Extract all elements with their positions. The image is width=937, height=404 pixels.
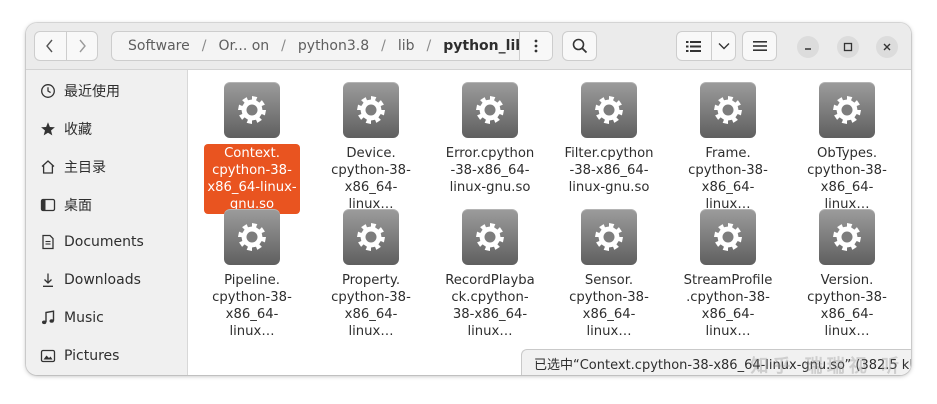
home-icon	[38, 159, 58, 175]
close-icon	[883, 43, 891, 51]
file-item-property[interactable]: Property. cpython-38-x86_64-linux…	[319, 209, 423, 341]
vertical-ellipsis-icon	[534, 39, 538, 53]
gear-icon	[581, 82, 637, 138]
file-manager-window: Software / Or... on / python3.8 / lib / …	[26, 23, 911, 375]
search-icon	[572, 38, 587, 54]
breadcrumb-python-lib[interactable]: python_lib	[441, 38, 527, 54]
breadcrumb: Software / Or... on / python3.8 / lib / …	[111, 31, 553, 61]
picture-icon	[38, 348, 58, 364]
desktop-icon	[38, 197, 58, 213]
breadcrumb-software[interactable]: Software	[112, 38, 192, 54]
download-icon	[38, 272, 58, 288]
view-switcher	[676, 31, 736, 61]
breadcrumb-lib[interactable]: lib	[396, 38, 417, 54]
sidebar-item-label: Music	[64, 310, 104, 326]
breadcrumb-separator: /	[281, 38, 286, 54]
chevron-right-icon	[79, 39, 86, 53]
minimize-button[interactable]	[797, 36, 819, 58]
sidebar-item-starred[interactable]: 收藏	[26, 112, 187, 146]
maximize-icon	[843, 42, 853, 52]
sidebar-item-home[interactable]: 主目录	[26, 150, 187, 184]
document-icon	[38, 234, 58, 250]
maximize-button[interactable]	[837, 36, 859, 58]
sidebar-item-label: Downloads	[64, 272, 141, 288]
file-item-frame[interactable]: Frame. cpython-38-x86_64-linux…	[676, 82, 780, 214]
sidebar: 最近使用 收藏 主目录 桌面 Documents Downloads Music…	[26, 70, 188, 375]
main-menu-button[interactable]	[742, 31, 777, 61]
file-grid: Context. cpython-38-x86_64-linux-gnu.so …	[188, 70, 911, 375]
gear-icon	[224, 209, 280, 265]
breadcrumb-separator: /	[426, 38, 432, 54]
navigation-buttons	[34, 31, 98, 61]
view-options-button[interactable]	[712, 32, 735, 60]
sidebar-item-pictures[interactable]: Pictures	[26, 339, 187, 373]
file-item-sensor[interactable]: Sensor. cpython-38-x86_64-linux…	[557, 209, 661, 341]
sidebar-item-label: Pictures	[64, 348, 120, 364]
status-overlay: 已选中“Context.cpython-38-x86_64-linux-gnu.…	[521, 349, 911, 375]
sidebar-item-label: 主目录	[64, 160, 106, 176]
gear-icon	[700, 82, 756, 138]
file-name: Property. cpython-38-x86_64-linux…	[331, 273, 411, 339]
path-menu-button[interactable]	[519, 32, 552, 60]
close-button[interactable]	[876, 36, 898, 58]
sidebar-item-music[interactable]: Music	[26, 301, 187, 335]
file-item-device[interactable]: Device. cpython-38-x86_64-linux…	[319, 82, 423, 214]
sidebar-item-documents[interactable]: Documents	[26, 225, 187, 259]
gear-icon	[462, 209, 518, 265]
search-button[interactable]	[562, 31, 597, 61]
list-view-icon	[686, 40, 701, 52]
music-icon	[38, 310, 58, 326]
sidebar-item-recent[interactable]: 最近使用	[26, 74, 187, 108]
breadcrumb-python3-8[interactable]: python3.8	[296, 38, 371, 54]
breadcrumb-or-on[interactable]: Or... on	[216, 38, 271, 54]
file-item-obtypes[interactable]: ObTypes. cpython-38-x86_64-linux…	[795, 82, 899, 214]
file-name: Pipeline. cpython-38-x86_64-linux…	[212, 273, 292, 339]
gear-icon	[343, 82, 399, 138]
file-item-filter[interactable]: Filter.cpython-38-x86_64-linux-gnu.so	[557, 82, 661, 197]
star-icon	[38, 121, 58, 137]
sidebar-item-label: 桌面	[64, 198, 92, 214]
sidebar-item-desktop[interactable]: 桌面	[26, 188, 187, 222]
forward-button[interactable]	[65, 32, 98, 60]
file-name: Frame. cpython-38-x86_64-linux…	[688, 146, 768, 212]
gear-icon	[462, 82, 518, 138]
sidebar-item-label: 收藏	[64, 122, 92, 138]
gear-icon	[700, 209, 756, 265]
file-item-recordplayback[interactable]: RecordPlayba ck.cpython-38-x86_64-linux…	[438, 209, 542, 341]
minimize-icon	[805, 48, 811, 50]
file-item-version[interactable]: Version. cpython-38-x86_64-linux…	[795, 209, 899, 341]
file-name: StreamProfile .cpython-38-x86_64-linux…	[683, 273, 773, 339]
file-item-streamprofile[interactable]: StreamProfile .cpython-38-x86_64-linux…	[676, 209, 780, 341]
sidebar-item-label: Documents	[64, 234, 144, 250]
chevron-down-icon	[718, 43, 729, 50]
file-name: Error.cpython-38-x86_64-linux-gnu.so	[445, 146, 535, 195]
file-name: ObTypes. cpython-38-x86_64-linux…	[807, 146, 887, 212]
file-item-pipeline[interactable]: Pipeline. cpython-38-x86_64-linux…	[200, 209, 304, 341]
file-name: Context. cpython-38-x86_64-linux-gnu.so	[204, 144, 300, 214]
file-name: Version. cpython-38-x86_64-linux…	[807, 273, 887, 339]
headerbar: Software / Or... on / python3.8 / lib / …	[26, 23, 911, 70]
gear-icon	[224, 82, 280, 138]
breadcrumb-separator: /	[201, 38, 207, 54]
hamburger-icon	[752, 41, 767, 51]
file-name: Filter.cpython-38-x86_64-linux-gnu.so	[564, 146, 654, 195]
chevron-left-icon	[46, 39, 53, 53]
back-button[interactable]	[35, 32, 66, 60]
view-mode-button[interactable]	[677, 32, 712, 60]
file-name: Device. cpython-38-x86_64-linux…	[331, 146, 411, 212]
gear-icon	[343, 209, 399, 265]
watermark: 知乎 瑞瑞视 听	[750, 356, 903, 375]
clock-icon	[38, 83, 58, 99]
file-name: RecordPlayba ck.cpython-38-x86_64-linux…	[445, 273, 535, 339]
sidebar-item-label: 最近使用	[64, 84, 120, 100]
breadcrumb-separator: /	[381, 38, 386, 54]
file-item-error[interactable]: Error.cpython-38-x86_64-linux-gnu.so	[438, 82, 542, 197]
file-name: Sensor. cpython-38-x86_64-linux…	[569, 273, 649, 339]
file-item-context[interactable]: Context. cpython-38-x86_64-linux-gnu.so	[200, 82, 304, 214]
gear-icon	[819, 82, 875, 138]
gear-icon	[819, 209, 875, 265]
sidebar-item-downloads[interactable]: Downloads	[26, 263, 187, 297]
gear-icon	[581, 209, 637, 265]
